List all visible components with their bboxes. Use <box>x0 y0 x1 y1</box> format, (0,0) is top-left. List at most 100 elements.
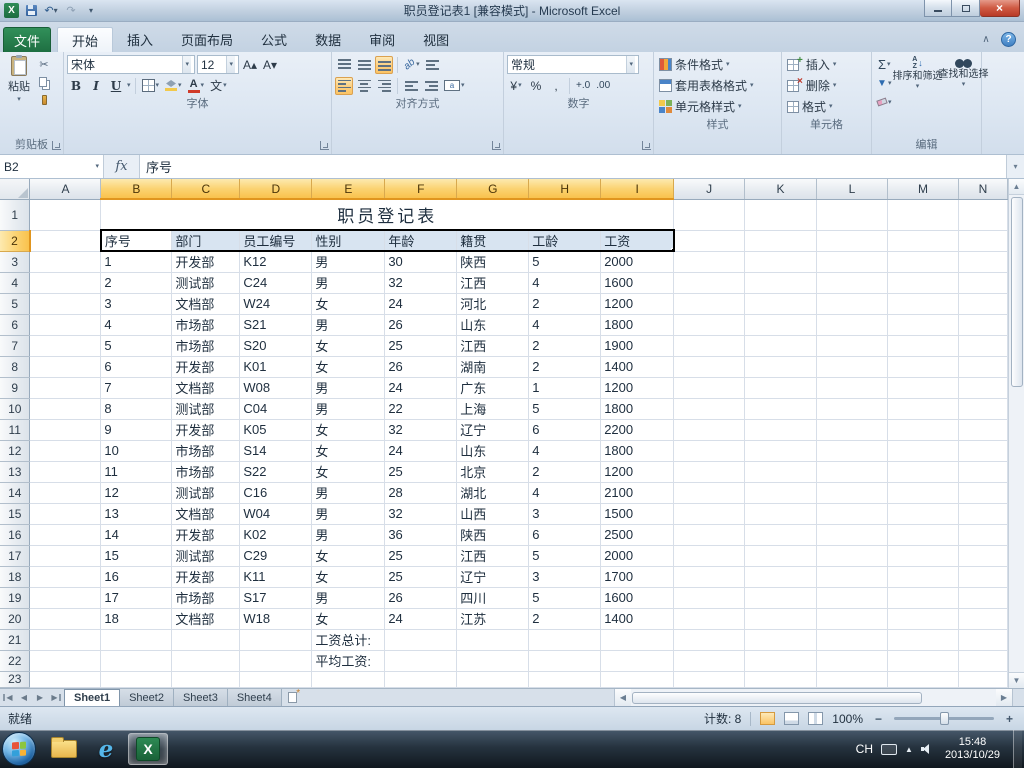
cell[interactable] <box>958 272 1008 294</box>
column-header-E[interactable]: E <box>311 179 386 200</box>
column-header-N[interactable]: N <box>958 179 1008 200</box>
find-select-button[interactable]: 查找和选择 ▾ <box>939 54 989 137</box>
cell[interactable] <box>744 398 818 420</box>
cell[interactable]: 1400 <box>600 608 675 630</box>
column-header-K[interactable]: K <box>744 179 818 200</box>
cell[interactable] <box>744 293 818 315</box>
formula-input[interactable]: 序号 <box>140 155 1006 178</box>
cell[interactable] <box>958 608 1008 630</box>
cell[interactable]: 籍贯 <box>456 229 530 252</box>
cell[interactable] <box>887 650 959 672</box>
last-sheet-button[interactable]: ▶ <box>48 689 64 706</box>
sheet-tab-sheet2[interactable]: Sheet2 <box>120 689 174 706</box>
cell[interactable] <box>29 461 102 483</box>
cell[interactable]: 1700 <box>600 566 675 588</box>
font-dialog-launcher[interactable] <box>320 141 329 150</box>
cell[interactable]: 测试部 <box>171 398 241 420</box>
cell[interactable] <box>958 461 1008 483</box>
cell[interactable]: 30 <box>384 251 458 273</box>
cell[interactable]: 4 <box>528 482 602 504</box>
number-dialog-launcher[interactable] <box>642 141 651 150</box>
cell[interactable] <box>673 524 746 546</box>
number-format-combo[interactable]: 常规 ▾ <box>507 55 639 74</box>
sort-filter-button[interactable]: A Z ↓ 排序和筛选 ▾ <box>893 54 943 137</box>
cell[interactable]: 3 <box>100 293 173 315</box>
cell[interactable] <box>887 199 959 231</box>
cell[interactable] <box>384 650 458 672</box>
column-header-J[interactable]: J <box>673 179 746 200</box>
cell[interactable] <box>744 314 818 336</box>
cell[interactable]: 2 <box>528 335 602 357</box>
cell[interactable] <box>29 440 102 462</box>
cell[interactable]: 36 <box>384 524 458 546</box>
row-header-22[interactable]: 22 <box>0 650 31 672</box>
cell[interactable] <box>744 440 818 462</box>
tab-review[interactable]: 审阅 <box>355 27 409 52</box>
cell[interactable] <box>887 356 959 378</box>
insert-worksheet-button[interactable] <box>282 688 304 706</box>
cell[interactable]: 市场部 <box>171 461 241 483</box>
merge-center-button[interactable]: a ▾ <box>442 77 467 95</box>
cell[interactable]: 12 <box>100 482 173 504</box>
save-button[interactable] <box>23 3 39 19</box>
scroll-right-icon[interactable]: ▶ <box>996 689 1012 706</box>
cell[interactable] <box>600 650 675 672</box>
page-break-view-button[interactable] <box>808 712 824 725</box>
tab-formulas[interactable]: 公式 <box>247 27 301 52</box>
footer-label-cell[interactable]: 工资总计: <box>311 629 386 651</box>
sheet-tab-sheet1[interactable]: Sheet1 <box>64 689 121 706</box>
column-header-F[interactable]: F <box>384 179 458 200</box>
taskbar-clock[interactable]: 15:48 2013/10/29 <box>940 736 1005 762</box>
cell[interactable]: 24 <box>384 377 458 399</box>
cell[interactable] <box>816 608 888 630</box>
first-sheet-button[interactable]: ◀ <box>0 689 16 706</box>
cell[interactable] <box>816 629 888 651</box>
cell[interactable]: 2 <box>528 461 602 483</box>
cell[interactable] <box>744 335 818 357</box>
cell[interactable]: 15 <box>100 545 173 567</box>
cell[interactable] <box>744 419 818 441</box>
column-header-M[interactable]: M <box>887 179 959 200</box>
cell[interactable] <box>29 230 102 252</box>
cell[interactable] <box>29 419 102 441</box>
cell[interactable] <box>29 650 102 672</box>
cell[interactable] <box>958 377 1008 399</box>
cell[interactable]: 市场部 <box>171 440 241 462</box>
cell[interactable]: 男 <box>311 524 386 546</box>
cell[interactable]: 市场部 <box>171 587 241 609</box>
cell[interactable] <box>744 356 818 378</box>
cell[interactable] <box>816 440 888 462</box>
cell[interactable]: 28 <box>384 482 458 504</box>
cell[interactable]: C24 <box>239 272 313 294</box>
row-header-9[interactable]: 9 <box>0 377 31 399</box>
previous-sheet-button[interactable]: ◀ <box>16 689 32 706</box>
cell[interactable]: C04 <box>239 398 313 420</box>
cell[interactable]: 年龄 <box>384 229 458 252</box>
cell[interactable]: 女 <box>311 356 386 378</box>
cell[interactable] <box>958 482 1008 504</box>
underline-dropdown-icon[interactable]: ▾ <box>127 82 131 89</box>
cell[interactable] <box>673 251 746 273</box>
cell[interactable] <box>816 545 888 567</box>
name-box-dropdown-icon[interactable]: ▾ <box>95 163 99 170</box>
cell[interactable] <box>673 230 746 252</box>
cell[interactable]: 5 <box>528 587 602 609</box>
cell[interactable] <box>958 524 1008 546</box>
cell[interactable]: 25 <box>384 566 458 588</box>
cell[interactable] <box>887 482 959 504</box>
cell[interactable]: 测试部 <box>171 545 241 567</box>
cell[interactable]: 4 <box>100 314 173 336</box>
align-middle-button[interactable] <box>355 56 373 74</box>
cell[interactable]: 女 <box>311 566 386 588</box>
cell[interactable] <box>673 440 746 462</box>
cell[interactable]: 9 <box>100 419 173 441</box>
cell[interactable]: 5 <box>100 335 173 357</box>
cell[interactable] <box>29 566 102 588</box>
cell[interactable]: 32 <box>384 503 458 525</box>
delete-cells-button[interactable]: × 删除 ▾ <box>785 75 868 96</box>
help-icon[interactable]: ? <box>1001 32 1016 47</box>
horizontal-scroll-thumb[interactable] <box>632 691 922 704</box>
cell[interactable]: C16 <box>239 482 313 504</box>
cell[interactable]: 6 <box>528 524 602 546</box>
cell[interactable] <box>29 524 102 546</box>
